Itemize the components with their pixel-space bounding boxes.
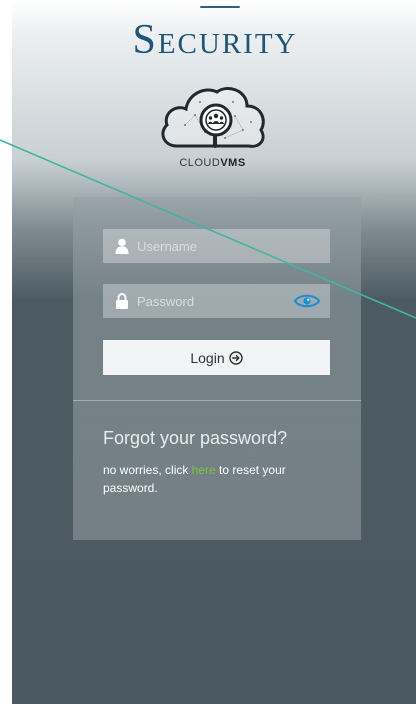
forgot-password-text: no worries, click here to reset your pas… <box>103 461 343 497</box>
show-password-eye-icon[interactable] <box>294 293 320 309</box>
reset-password-link[interactable]: here <box>192 463 216 477</box>
caption-light: CLOUD <box>179 157 221 169</box>
brand-accent-line <box>200 6 240 8</box>
cloud-vms-logo <box>155 80 270 155</box>
login-button[interactable]: Login <box>103 340 330 375</box>
forgot-text-before: no worries, click <box>103 463 192 477</box>
username-input[interactable] <box>137 229 287 263</box>
forgot-password-heading: Forgot your password? <box>103 428 288 448</box>
username-field[interactable] <box>103 229 330 263</box>
login-panel: Login Forgot your password? no worries, … <box>73 197 361 540</box>
brand-title: Security <box>132 17 298 63</box>
cloud-search-icon <box>161 87 265 148</box>
login-button-label: Login <box>190 349 225 366</box>
password-field[interactable] <box>103 284 330 318</box>
cloud-vms-caption: CLOUDVMS <box>155 157 270 169</box>
password-input[interactable] <box>137 284 287 318</box>
arrow-circle-right-icon <box>228 350 243 365</box>
caption-bold: VMS <box>220 157 246 169</box>
lock-icon <box>116 293 128 309</box>
user-icon <box>115 238 129 254</box>
panel-divider <box>73 400 361 401</box>
